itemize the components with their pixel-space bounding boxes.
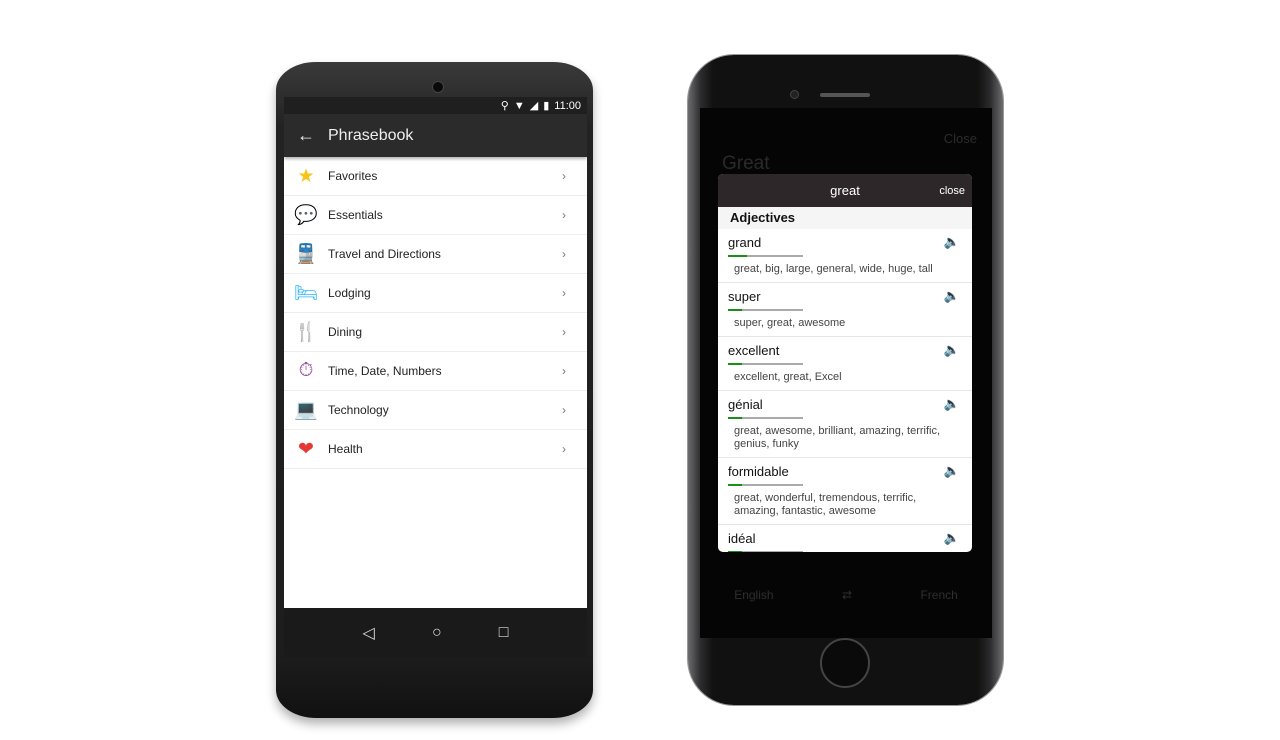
chevron-right-icon: › (562, 169, 566, 183)
status-bar: ⚲ ▼ ◢ ▮ 11:00 (284, 97, 587, 114)
list-item[interactable]: 🍴 Dining › (284, 313, 587, 352)
to-language[interactable]: French (920, 588, 957, 602)
speaker-icon[interactable]: 🔈 (944, 463, 960, 479)
speaker-icon[interactable]: 🔈 (944, 396, 960, 412)
back-arrow-icon[interactable]: ← (284, 125, 328, 146)
entry-word: super (728, 289, 761, 304)
dialog-close-button[interactable]: close (939, 175, 965, 208)
list-item-label: Travel and Directions (328, 247, 441, 261)
dialog-header: great close (718, 174, 972, 207)
list-item[interactable]: ❤ Health › (284, 430, 587, 469)
entry-synonyms: great, wonderful, tremendous, terrific, … (734, 492, 917, 517)
entry-synonyms: great, big, large, general, wide, huge, … (734, 263, 933, 275)
language-bar: English ⇄ French (700, 588, 992, 602)
chevron-right-icon: › (562, 364, 566, 378)
battery-icon: ▮ (543, 100, 550, 112)
star-icon: ★ (297, 165, 315, 187)
heart-icon: ❤ (298, 438, 314, 460)
location-icon: ⚲ (500, 100, 509, 112)
stopwatch-icon: ⏱ (298, 360, 314, 381)
entry-list: grand 🔈 great, big, large, general, wide… (718, 229, 972, 552)
android-nav-bar: ◁ ○ □ (284, 608, 587, 657)
frequency-fill (728, 309, 742, 311)
bed-icon: 🛏 (293, 283, 319, 304)
nav-recents-icon[interactable]: □ (499, 624, 509, 642)
list-item[interactable]: 🚆 Travel and Directions › (284, 235, 587, 274)
speaker-icon[interactable]: 🔈 (944, 288, 960, 304)
speaker-icon[interactable]: 🔈 (944, 342, 960, 358)
list-item[interactable]: ⏱ Time, Date, Numbers › (284, 352, 587, 391)
laptop-icon: 💻 (294, 400, 318, 421)
entry-word: formidable (728, 464, 789, 479)
entry-synonyms: great, awesome, brilliant, amazing, terr… (734, 425, 941, 450)
chevron-right-icon: › (562, 208, 566, 222)
frequency-fill (728, 484, 742, 486)
wifi-icon: ▼ (513, 99, 525, 112)
entry-word: grand (728, 235, 762, 250)
frequency-bar (728, 309, 803, 311)
translation-dialog: great close Adjectives grand 🔈 great, bi… (718, 174, 972, 552)
list-item-label: Lodging (328, 286, 371, 300)
entry-row[interactable]: grand 🔈 great, big, large, general, wide… (718, 229, 972, 283)
list-item[interactable]: 💻 Technology › (284, 391, 587, 430)
frequency-fill (728, 255, 747, 257)
from-language[interactable]: English (734, 588, 773, 602)
signal-icon: ◢ (529, 100, 539, 112)
frequency-bar (728, 255, 803, 257)
train-icon: 🚆 (294, 244, 318, 265)
home-button[interactable] (820, 638, 870, 688)
chevron-right-icon: › (562, 403, 566, 417)
speaker-icon[interactable]: 🔈 (944, 530, 960, 546)
list-item-label: Health (328, 442, 363, 456)
fork-knife-icon: 🍴 (294, 322, 318, 343)
category-list: ★ Favorites › 💬 Essentials › 🚆 Travel an… (284, 157, 587, 469)
frequency-bar (728, 551, 803, 552)
list-item-label: Essentials (328, 208, 383, 222)
page-title: Phrasebook (328, 126, 414, 144)
nav-back-icon[interactable]: ◁ (363, 623, 375, 643)
entry-row[interactable]: idéal 🔈 (718, 525, 972, 552)
list-item[interactable]: 🛏 Lodging › (284, 274, 587, 313)
frequency-bar (728, 484, 803, 486)
frequency-fill (728, 363, 742, 365)
chevron-right-icon: › (562, 247, 566, 261)
entry-word: excellent (728, 343, 780, 358)
speaker-icon[interactable]: 🔈 (944, 234, 960, 250)
list-item[interactable]: 💬 Essentials › (284, 196, 587, 235)
entry-row[interactable]: super 🔈 super, great, awesome (718, 283, 972, 337)
section-header: Adjectives (718, 207, 972, 229)
list-item-label: Time, Date, Numbers (328, 364, 442, 378)
entry-synonyms: super, great, awesome (734, 317, 846, 329)
entry-row[interactable]: génial 🔈 great, awesome, brilliant, amaz… (718, 391, 972, 458)
iphone-camera (790, 90, 799, 99)
list-item-label: Technology (328, 403, 389, 417)
frequency-fill (728, 551, 742, 552)
background-title: Great (722, 153, 770, 174)
iphone-speaker (820, 93, 870, 97)
status-time: 11:00 (554, 99, 581, 112)
frequency-fill (728, 417, 742, 419)
chevron-right-icon: › (562, 325, 566, 339)
chevron-right-icon: › (562, 442, 566, 456)
android-screen: ⚲ ▼ ◢ ▮ 11:00 ← Phrasebook ★ Favorites ›… (284, 97, 587, 657)
list-item-label: Favorites (328, 169, 378, 183)
entry-row[interactable]: excellent 🔈 excellent, great, Excel (718, 337, 972, 391)
dialog-title: great (830, 183, 860, 198)
entry-word: idéal (728, 531, 756, 546)
chat-bubbles-icon: 💬 (294, 205, 318, 226)
chevron-right-icon: › (562, 286, 566, 300)
nav-home-icon[interactable]: ○ (432, 624, 442, 642)
entry-row[interactable]: formidable 🔈 great, wonderful, tremendou… (718, 458, 972, 525)
frequency-bar (728, 363, 803, 365)
list-item[interactable]: ★ Favorites › (284, 157, 587, 196)
entry-word: génial (728, 397, 763, 412)
android-camera (432, 81, 444, 93)
frequency-bar (728, 417, 803, 419)
entry-synonyms: excellent, great, Excel (734, 371, 842, 383)
swap-icon[interactable]: ⇄ (842, 588, 852, 602)
list-item-label: Dining (328, 325, 363, 339)
background-close-button[interactable]: Close (944, 131, 977, 146)
toolbar: ← Phrasebook (284, 114, 587, 157)
